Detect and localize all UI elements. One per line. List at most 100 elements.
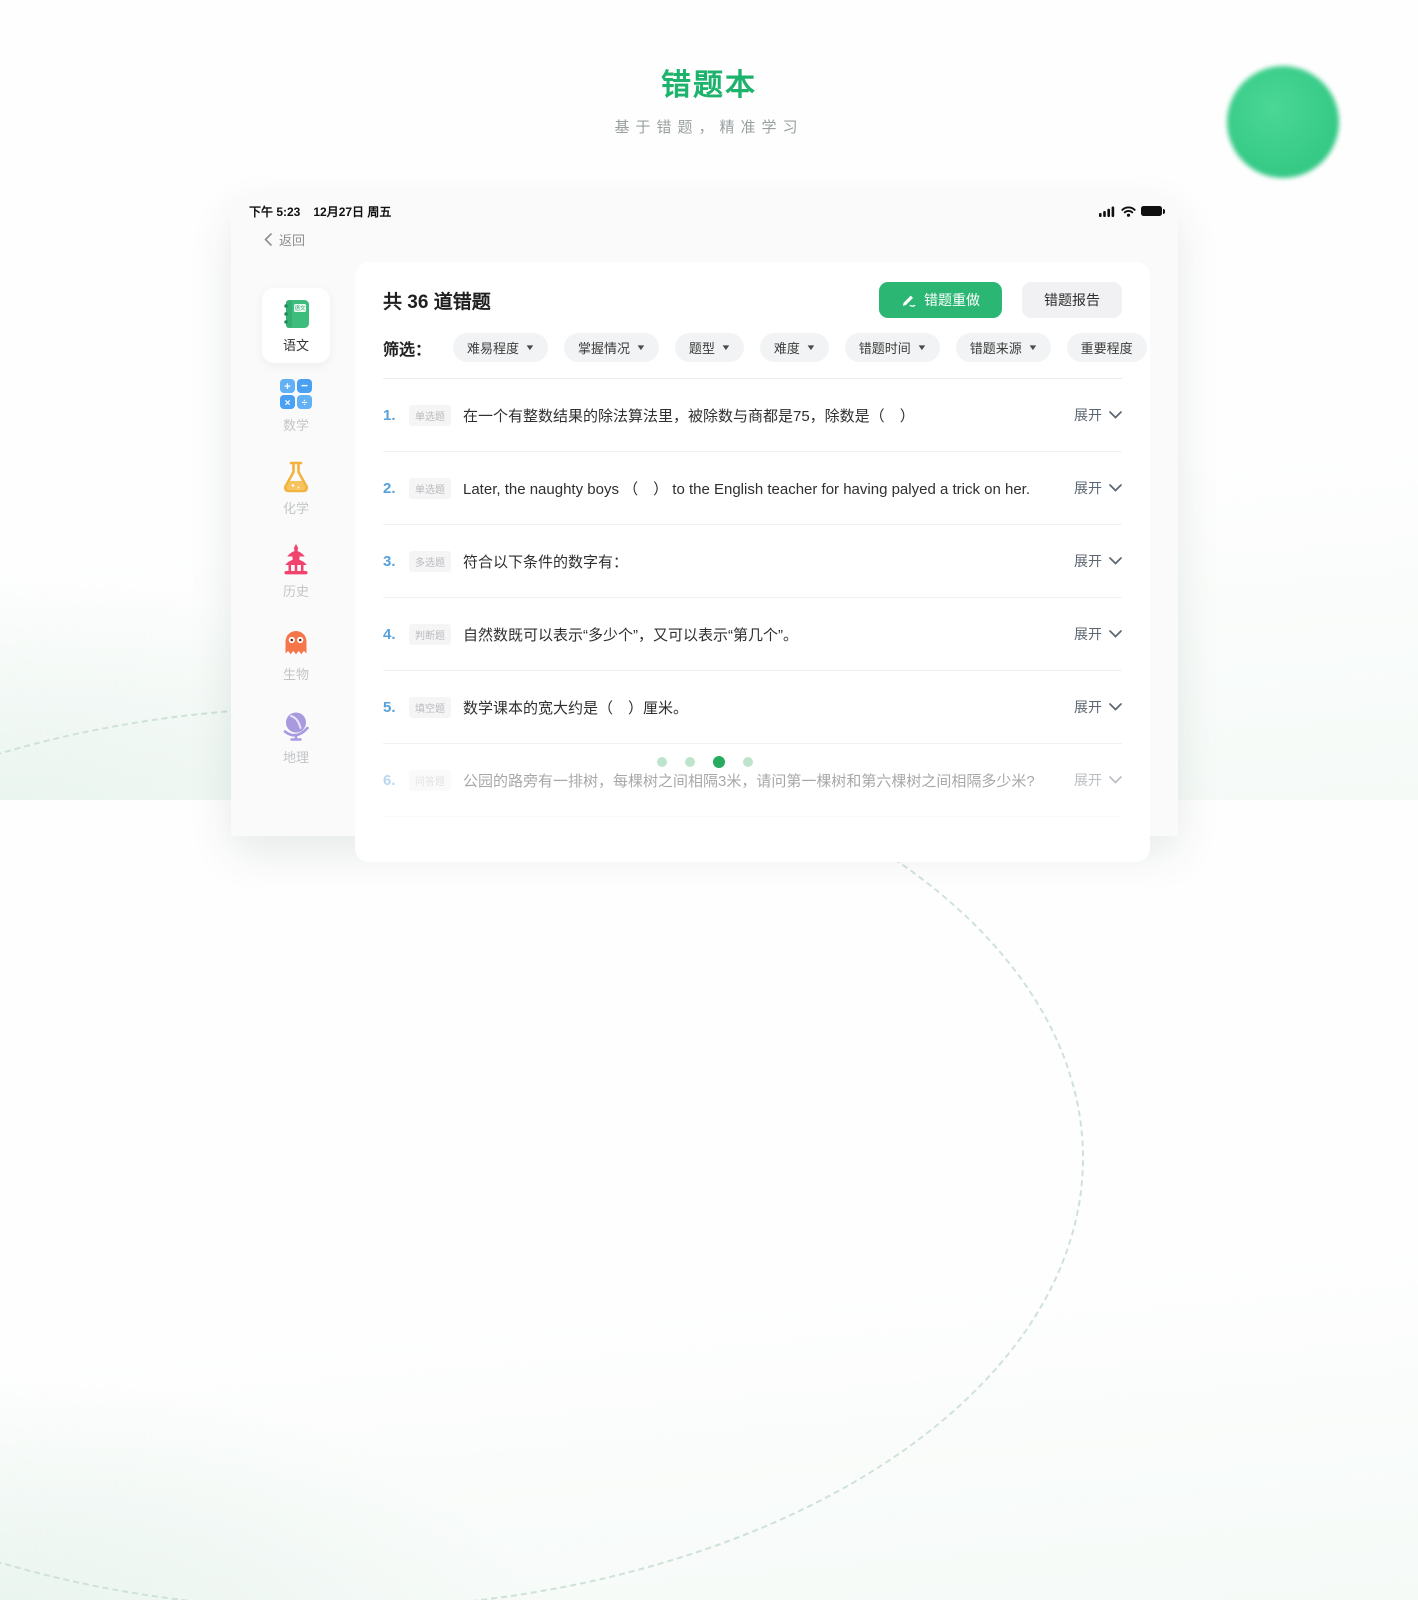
caret-down-icon: ▼ bbox=[524, 343, 535, 352]
expand-button[interactable]: 展开 bbox=[1058, 405, 1122, 425]
svg-text:÷: ÷ bbox=[302, 398, 308, 409]
question-number: 1. bbox=[383, 407, 409, 424]
chevron-down-icon bbox=[1109, 776, 1122, 784]
question-text: Later, the naughty boys （ ） to the Engli… bbox=[463, 478, 1030, 499]
filter-pill-difficulty[interactable]: 难度 ▼ bbox=[760, 333, 829, 362]
expand-label: 展开 bbox=[1074, 405, 1102, 425]
chinese-book-icon: 语文 bbox=[278, 296, 314, 332]
question-row: 5. 填空题 数学课本的宽大约是（ ）厘米。 展开 bbox=[383, 671, 1122, 744]
question-row: 1. 单选题 在一个有整数结果的除法算法里，被除数与商都是75，除数是（ ） 展… bbox=[383, 379, 1122, 452]
question-count: 共 36 道错题 bbox=[383, 287, 491, 314]
sidebar-item-history[interactable]: 历史 bbox=[262, 542, 330, 600]
question-number: 2. bbox=[383, 480, 409, 497]
sidebar-item-label: 历史 bbox=[283, 581, 309, 600]
expand-button[interactable]: 展开 bbox=[1058, 697, 1122, 717]
wrong-questions-panel: 共 36 道错题 错题重做 错题报告 筛选： 难易程度 ▼ 掌握情况 ▼ bbox=[355, 262, 1150, 862]
filter-pill-label: 掌握情况 bbox=[578, 338, 630, 357]
tablet-frame: 下午 5:23 12月27日 周五 返回 bbox=[231, 196, 1178, 836]
math-calculator-icon: + − × ÷ bbox=[278, 376, 314, 412]
expand-button[interactable]: 展开 bbox=[1058, 551, 1122, 571]
chevron-down-icon bbox=[1109, 411, 1122, 419]
question-type-tag: 判断题 bbox=[409, 624, 451, 645]
filter-pill-label: 重要程度 bbox=[1081, 338, 1133, 357]
expand-label: 展开 bbox=[1074, 770, 1102, 790]
back-button[interactable]: 返回 bbox=[264, 230, 305, 249]
question-type-tag: 填空题 bbox=[409, 697, 451, 718]
expand-label: 展开 bbox=[1074, 478, 1102, 498]
question-row: 2. 单选题 Later, the naughty boys （ ） to th… bbox=[383, 452, 1122, 525]
sidebar-item-label: 化学 bbox=[283, 498, 309, 517]
sidebar-item-chinese[interactable]: 语文 语文 bbox=[262, 288, 330, 363]
geography-globe-icon bbox=[278, 708, 314, 744]
sidebar-item-math[interactable]: + − × ÷ 数学 bbox=[262, 376, 330, 434]
history-pagoda-icon bbox=[278, 542, 314, 578]
filter-pill-source[interactable]: 错题来源 ▼ bbox=[956, 333, 1051, 362]
question-row: 6. 问答题 公园的路旁有一排树，每棵树之间相隔3米，请问第一棵树和第六棵树之间… bbox=[383, 744, 1122, 817]
filter-pill-importance[interactable]: 重要程度 bbox=[1067, 333, 1147, 362]
svg-text:+: + bbox=[284, 381, 290, 393]
pagination-dot[interactable] bbox=[685, 757, 695, 767]
expand-label: 展开 bbox=[1074, 624, 1102, 644]
filter-pill-difficulty-level[interactable]: 难易程度 ▼ bbox=[453, 333, 548, 362]
wifi-icon bbox=[1121, 206, 1136, 217]
question-type-tag: 单选题 bbox=[409, 405, 451, 426]
question-text: 数学课本的宽大约是（ ）厘米。 bbox=[463, 697, 688, 718]
sidebar-item-geography[interactable]: 地理 bbox=[262, 708, 330, 766]
status-date: 12月27日 周五 bbox=[313, 203, 391, 220]
expand-button[interactable]: 展开 bbox=[1058, 770, 1122, 790]
sidebar-item-biology[interactable]: 生物 bbox=[262, 625, 330, 683]
filter-pill-label: 错题时间 bbox=[859, 338, 911, 357]
caret-down-icon: ▼ bbox=[720, 343, 731, 352]
expand-button[interactable]: 展开 bbox=[1058, 624, 1122, 644]
sidebar-item-label: 地理 bbox=[283, 747, 309, 766]
question-text: 自然数既可以表示“多少个”，又可以表示“第几个”。 bbox=[463, 624, 798, 645]
filter-pill-question-type[interactable]: 题型 ▼ bbox=[675, 333, 744, 362]
filter-label: 筛选： bbox=[383, 336, 431, 360]
caret-down-icon: ▼ bbox=[635, 343, 646, 352]
chevron-down-icon bbox=[1109, 557, 1122, 565]
caret-down-icon: ▼ bbox=[916, 343, 927, 352]
filter-pill-time[interactable]: 错题时间 ▼ bbox=[845, 333, 940, 362]
battery-icon bbox=[1141, 206, 1162, 216]
pagination-dot[interactable] bbox=[657, 757, 667, 767]
question-number: 3. bbox=[383, 553, 409, 570]
question-type-tag: 单选题 bbox=[409, 478, 451, 499]
svg-text:−: − bbox=[301, 379, 308, 393]
redo-button-label: 错题重做 bbox=[924, 290, 980, 310]
signal-bars-icon bbox=[1099, 206, 1116, 217]
expand-button[interactable]: 展开 bbox=[1058, 478, 1122, 498]
question-number: 5. bbox=[383, 699, 409, 716]
pagination-dot[interactable] bbox=[743, 757, 753, 767]
filter-row: 筛选： 难易程度 ▼ 掌握情况 ▼ 题型 ▼ 难度 ▼ 错题时间 ▼ bbox=[383, 333, 1122, 362]
pagination-dots bbox=[657, 756, 753, 768]
question-text: 符合以下条件的数字有： bbox=[463, 551, 628, 572]
expand-label: 展开 bbox=[1074, 551, 1102, 571]
chemistry-flask-icon bbox=[278, 459, 314, 495]
redo-questions-button[interactable]: 错题重做 bbox=[879, 282, 1002, 318]
pencil-icon bbox=[901, 292, 917, 308]
caret-down-icon: ▼ bbox=[1027, 343, 1038, 352]
sidebar-item-chemistry[interactable]: 化学 bbox=[262, 459, 330, 517]
pagination-dot-active[interactable] bbox=[713, 756, 725, 768]
chevron-down-icon bbox=[1109, 703, 1122, 711]
filter-pill-label: 难度 bbox=[774, 338, 800, 357]
status-time: 下午 5:23 bbox=[249, 203, 300, 220]
biology-octopus-icon bbox=[278, 625, 314, 661]
decorative-green-circle bbox=[1227, 66, 1339, 178]
question-row: 3. 多选题 符合以下条件的数字有： 展开 bbox=[383, 525, 1122, 598]
chevron-left-icon bbox=[264, 233, 272, 246]
page-title: 错题本 bbox=[0, 60, 1418, 104]
chevron-down-icon bbox=[1109, 484, 1122, 492]
back-label: 返回 bbox=[279, 230, 305, 249]
filter-pill-label: 难易程度 bbox=[467, 338, 519, 357]
question-text: 公园的路旁有一排树，每棵树之间相隔3米，请问第一棵树和第六棵树之间相隔多少米? bbox=[463, 770, 1035, 791]
filter-pill-label: 错题来源 bbox=[970, 338, 1022, 357]
panel-header: 共 36 道错题 错题重做 错题报告 bbox=[383, 282, 1122, 318]
sidebar-item-label: 生物 bbox=[283, 664, 309, 683]
filter-pill-mastery[interactable]: 掌握情况 ▼ bbox=[564, 333, 659, 362]
report-button[interactable]: 错题报告 bbox=[1022, 282, 1122, 318]
report-button-label: 错题报告 bbox=[1044, 290, 1100, 310]
page-subtitle: 基于错题，精准学习 bbox=[0, 116, 1418, 137]
status-bar: 下午 5:23 12月27日 周五 bbox=[249, 203, 1162, 219]
svg-text:×: × bbox=[285, 398, 291, 409]
